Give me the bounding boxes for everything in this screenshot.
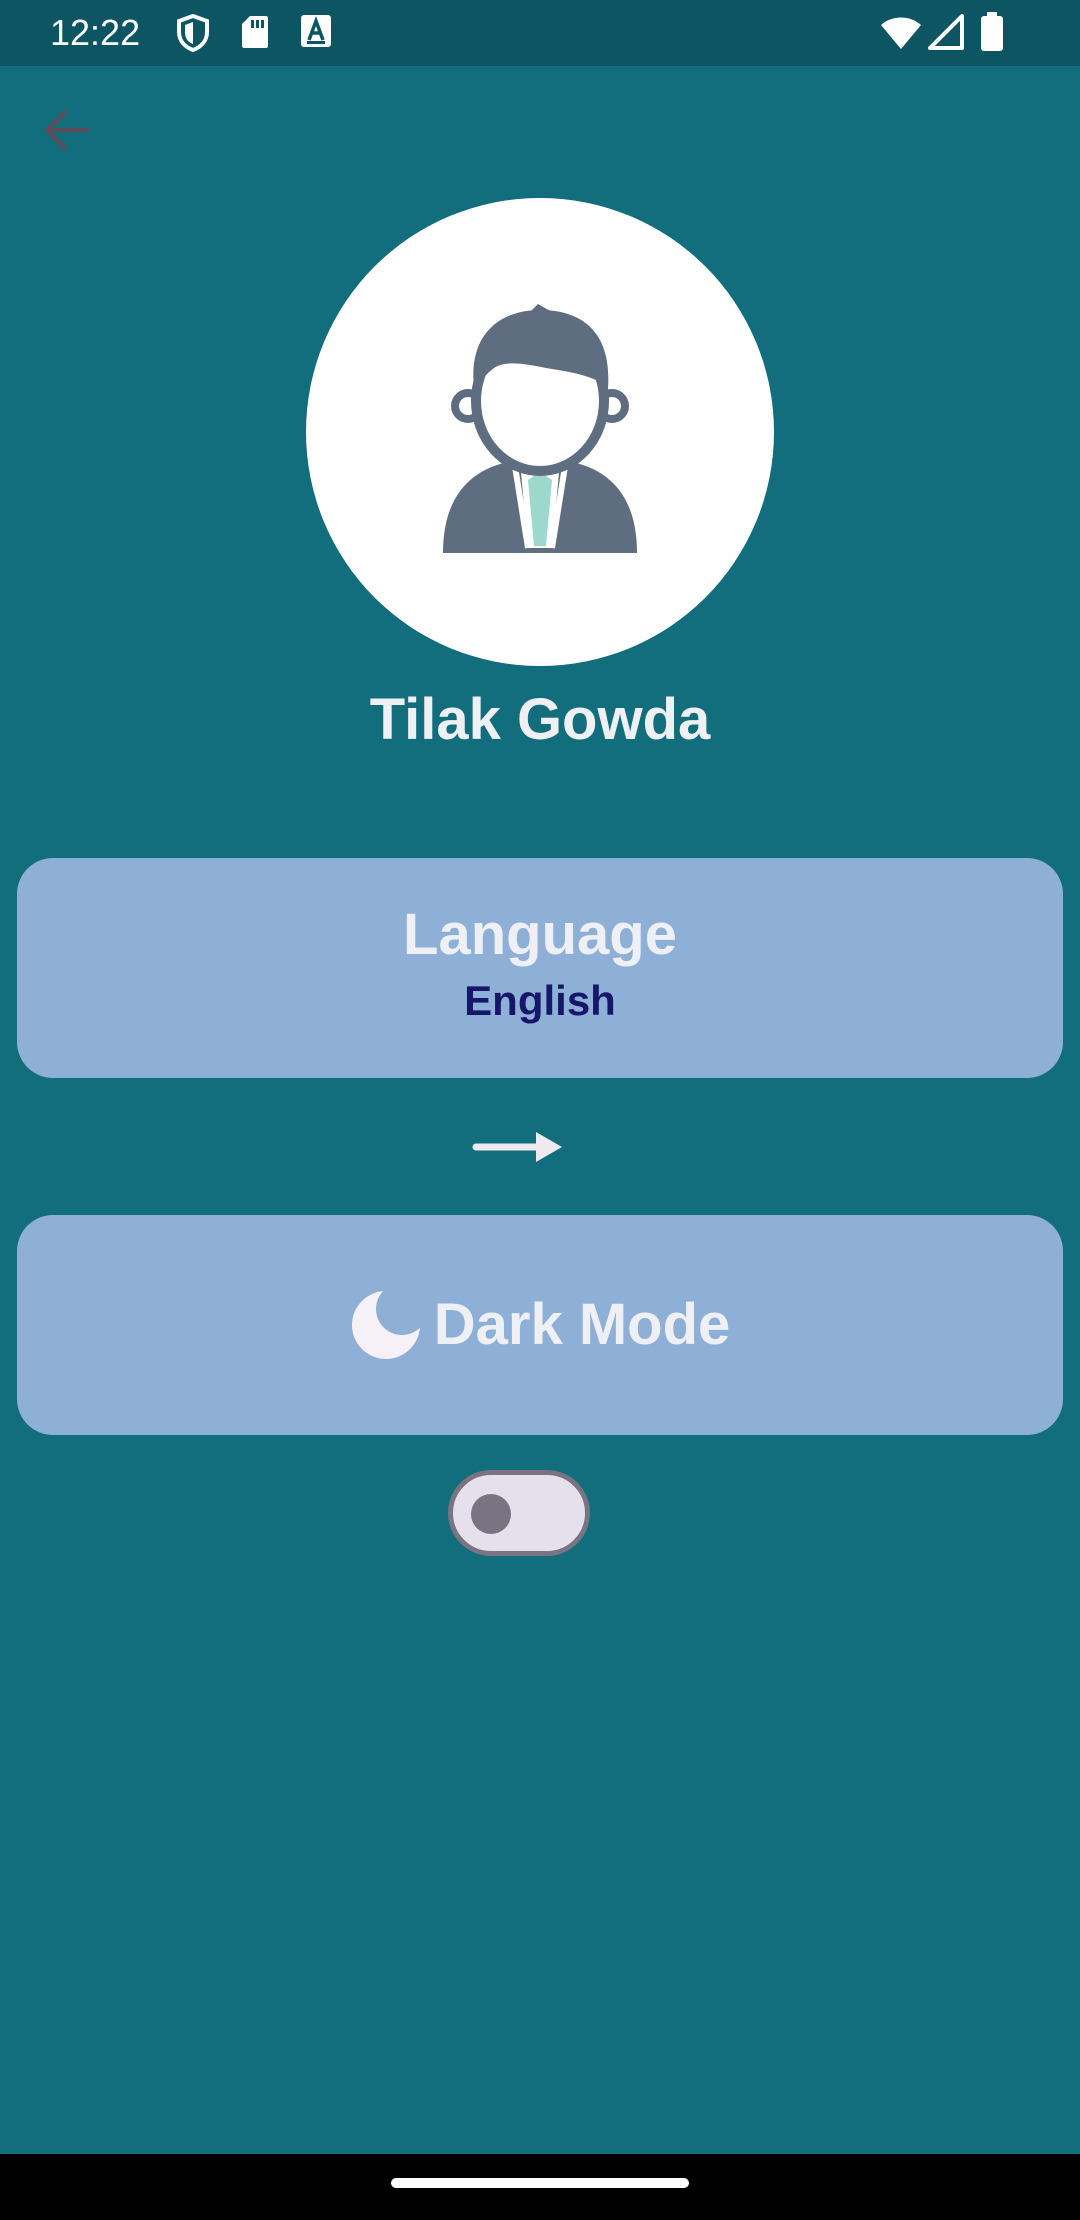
language-title: Language <box>403 902 677 967</box>
navigation-bar <box>0 2154 1080 2220</box>
dark-mode-label: Dark Mode <box>433 1292 731 1357</box>
signal-icon <box>928 14 964 55</box>
status-time: 12:22 <box>50 12 141 53</box>
language-card[interactable]: Language English <box>17 858 1063 1078</box>
language-value: English <box>464 977 616 1024</box>
dark-mode-toggle[interactable] <box>448 1470 590 1556</box>
status-bar: 12:22 <box>0 0 1080 66</box>
back-button[interactable] <box>34 98 98 162</box>
dark-mode-card[interactable]: Dark Mode <box>17 1215 1063 1435</box>
businessman-avatar-icon <box>443 304 637 553</box>
sd-card-icon <box>240 14 270 55</box>
shield-icon <box>176 13 210 57</box>
moon-icon <box>351 1291 420 1359</box>
arrow-right-icon <box>470 1124 566 1175</box>
wifi-icon <box>880 16 922 55</box>
home-indicator[interactable] <box>391 2178 689 2188</box>
font-a-icon <box>300 14 332 53</box>
arrow-left-icon <box>44 109 90 151</box>
toggle-knob <box>471 1494 511 1534</box>
battery-icon <box>980 12 1004 57</box>
user-name: Tilak Gowda <box>369 687 711 752</box>
avatar[interactable] <box>306 198 774 666</box>
